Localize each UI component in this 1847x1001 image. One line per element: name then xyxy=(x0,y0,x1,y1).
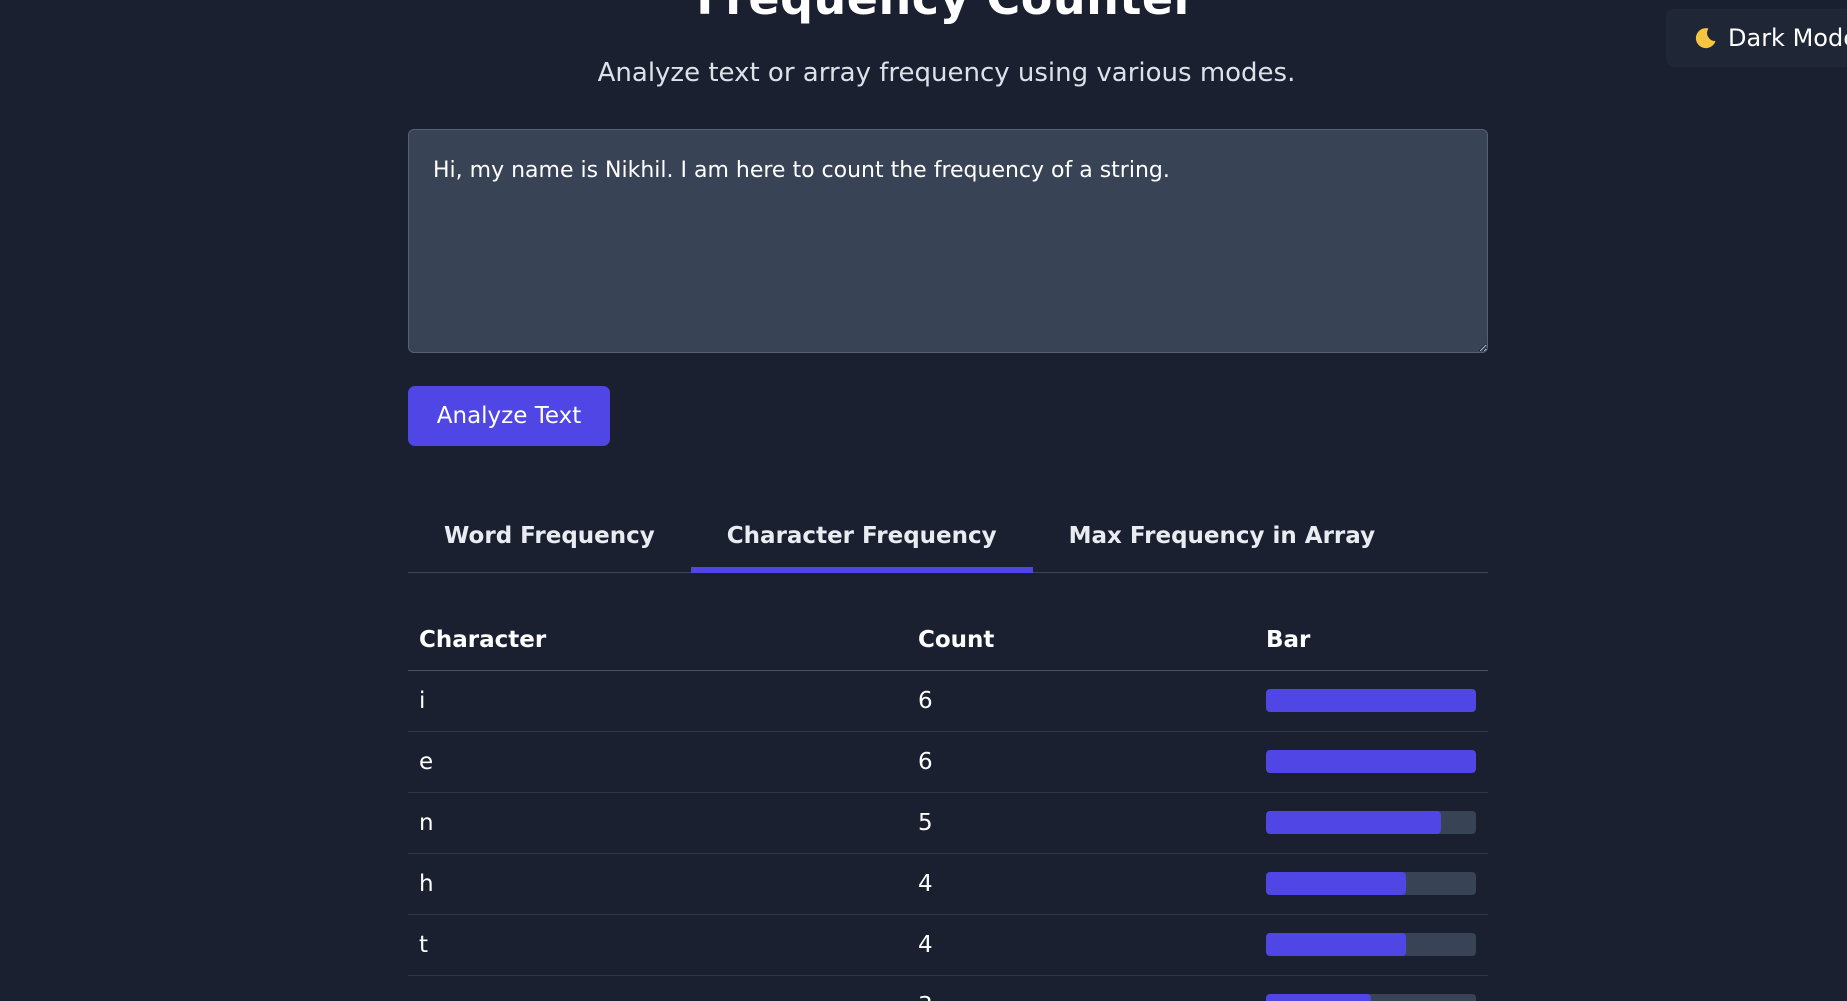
moon-icon xyxy=(1695,28,1716,49)
bar-cell xyxy=(1255,670,1488,732)
frequency-bar-fill xyxy=(1266,689,1476,712)
page-subtitle: Analyze text or array frequency using va… xyxy=(597,58,1296,88)
frequency-bar-fill xyxy=(1266,750,1476,773)
character-cell: t xyxy=(408,914,907,976)
bar-cell xyxy=(1255,853,1488,915)
frequency-bar-fill xyxy=(1266,811,1441,834)
character-cell: i xyxy=(408,670,907,732)
table-row: h 4 xyxy=(408,853,1488,915)
frequency-bar xyxy=(1266,811,1476,834)
count-cell: 3 xyxy=(907,975,1255,1001)
bar-cell xyxy=(1255,792,1488,854)
column-header-character: Character xyxy=(408,610,907,671)
frequency-bar-fill xyxy=(1266,872,1407,895)
table-header-row: Character Count Bar xyxy=(408,610,1488,671)
column-header-bar: Bar xyxy=(1255,610,1488,671)
table-row: t 4 xyxy=(408,914,1488,976)
mode-tabs: Word Frequency Character Frequency Max F… xyxy=(408,500,1488,573)
count-cell: 6 xyxy=(907,670,1255,732)
frequency-bar xyxy=(1266,933,1476,956)
character-cell: h xyxy=(408,853,907,915)
bar-cell xyxy=(1255,975,1488,1001)
frequency-bar xyxy=(1266,689,1476,712)
frequency-bar xyxy=(1266,994,1476,1001)
count-cell: 4 xyxy=(907,914,1255,976)
frequency-bar xyxy=(1266,750,1476,773)
frequency-table: Character Count Bar i 6 e 6 n 5 h 4 t 4 xyxy=(408,610,1488,1001)
count-cell: 4 xyxy=(907,853,1255,915)
column-header-count: Count xyxy=(907,610,1255,671)
tab-character-frequency[interactable]: Character Frequency xyxy=(690,500,1033,573)
tab-word-frequency[interactable]: Word Frequency xyxy=(408,500,691,572)
dark-mode-label: Dark Mode xyxy=(1728,24,1847,52)
page-title: Frequency Counter xyxy=(0,0,1847,26)
character-cell xyxy=(408,975,907,1001)
table-row: i 6 xyxy=(408,670,1488,732)
dark-mode-toggle[interactable]: Dark Mode xyxy=(1666,9,1847,67)
character-cell: n xyxy=(408,792,907,854)
bar-cell xyxy=(1255,914,1488,976)
tab-max-frequency-in-array[interactable]: Max Frequency in Array xyxy=(1033,500,1411,572)
table-row: 3 xyxy=(408,975,1488,1001)
frequency-bar-fill xyxy=(1266,933,1407,956)
bar-cell xyxy=(1255,731,1488,793)
text-input[interactable] xyxy=(408,129,1488,353)
count-cell: 5 xyxy=(907,792,1255,854)
count-cell: 6 xyxy=(907,731,1255,793)
table-row: n 5 xyxy=(408,792,1488,854)
frequency-bar-fill xyxy=(1266,994,1371,1001)
character-cell: e xyxy=(408,731,907,793)
frequency-bar xyxy=(1266,872,1476,895)
table-row: e 6 xyxy=(408,731,1488,793)
page: Frequency Counter Analyze text or array … xyxy=(0,0,1847,1001)
analyze-text-button[interactable]: Analyze Text xyxy=(408,386,610,446)
